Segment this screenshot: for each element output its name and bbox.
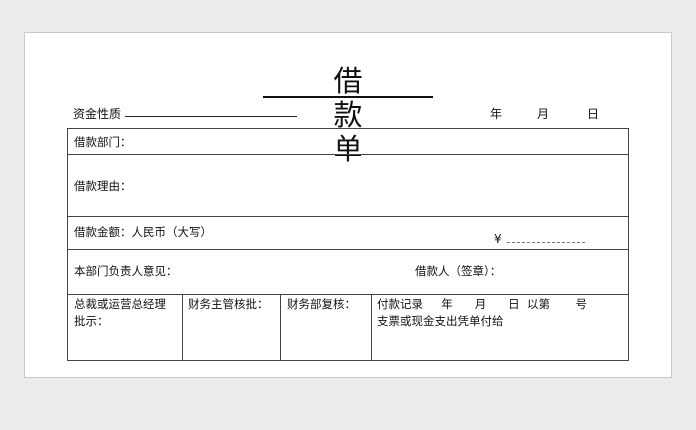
payment-method-label: 支票或现金支出凭单付给 [377,314,504,328]
row-divider [68,294,628,295]
row-divider [68,154,628,155]
fund-nature-label: 资金性质 [73,107,122,121]
finance-review-label: 财务部复核： [287,297,356,311]
reason-label: 借款理由： [74,179,132,193]
column-divider [182,294,183,360]
date-day-label: 日 [587,107,600,121]
yen-symbol: ¥ [494,232,502,246]
column-divider [280,294,281,360]
gm-approval-label: 总裁或运营总经理 [74,297,166,311]
row-divider [68,216,628,217]
date-month-label: 月 [537,107,550,121]
finance-supervisor-label: 财务主管核批： [188,297,269,311]
department-label: 借款部门： [74,135,132,149]
dept-head-opinion-label: 本部门负责人意见： [74,264,178,278]
date-year-label: 年 [490,107,503,121]
gm-approval-label-2: 批示： [74,314,109,328]
fund-nature-field[interactable] [125,116,297,117]
form-title: 借 款 单 [263,64,433,166]
payment-record-label: 付款记录 年 月 日 以第 号 [377,297,588,311]
loan-form-table: 借款部门： 借款理由： 借款金额：人民币（大写） ¥ 本部门负责人意见： 借款人… [67,128,629,361]
borrower-signature-label: 借款人（签章）： [415,264,502,278]
amount-label: 借款金额：人民币（大写） [74,225,212,239]
column-divider [371,294,372,360]
row-divider [68,249,628,250]
amount-figure-field[interactable] [507,242,585,243]
